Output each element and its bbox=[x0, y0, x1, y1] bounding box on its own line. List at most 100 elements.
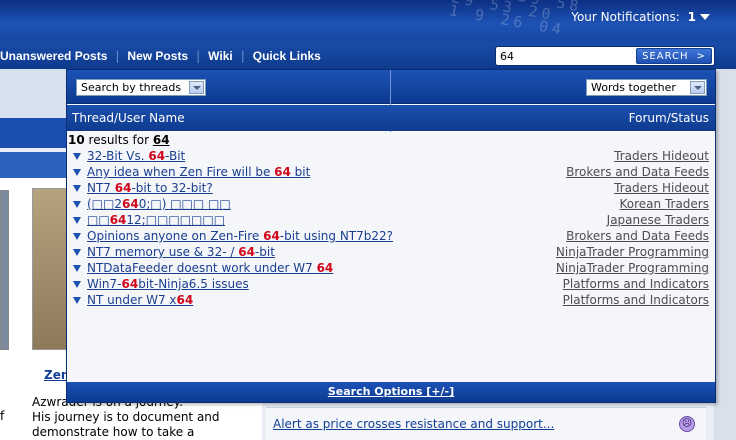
triangle-down-icon[interactable] bbox=[73, 281, 81, 288]
result-thread-link[interactable]: NT under W7 x64 bbox=[87, 293, 193, 307]
list-item: NT7 memory use & 32- / 64-bit NinjaTrade… bbox=[67, 244, 715, 260]
results-count: 10 bbox=[68, 133, 85, 147]
search-button[interactable]: SEARCH > bbox=[636, 48, 712, 64]
background-fragment: f bbox=[0, 409, 5, 423]
result-title-pre: □□ bbox=[87, 213, 110, 227]
result-title-pre: NT7 memory use & 32- / bbox=[87, 245, 239, 259]
result-title-pre: NTDataFeeder doesnt work under W7 bbox=[87, 261, 317, 275]
list-item: □□6412;□□□□□□□ Japanese Traders bbox=[67, 212, 715, 228]
results-list: 32-Bit Vs. 64-Bit Traders Hideout Any id… bbox=[67, 148, 715, 308]
triangle-down-icon[interactable] bbox=[73, 169, 81, 176]
triangle-down-icon[interactable] bbox=[73, 217, 81, 224]
nav-separator: | bbox=[115, 49, 120, 63]
result-title-post: bit-Ninja6.5 issues bbox=[138, 277, 249, 291]
notifications-count: 1 bbox=[687, 10, 696, 24]
nav-links: Unanswered Posts | New Posts | Wiki | Qu… bbox=[0, 49, 329, 63]
nav-quick-links[interactable]: Quick Links bbox=[253, 49, 329, 63]
result-forum-link[interactable]: Brokers and Data Feeds bbox=[566, 229, 709, 243]
blog-line: His journey is to document and bbox=[32, 410, 220, 424]
result-title-post: bit bbox=[290, 165, 311, 179]
result-forum-link[interactable]: Traders Hideout bbox=[614, 181, 709, 195]
result-forum-link[interactable]: Japanese Traders bbox=[607, 213, 709, 227]
list-item: Any idea when Zen Fire will be 64 bit Br… bbox=[67, 164, 715, 180]
result-title-highlight: 64 bbox=[148, 149, 166, 163]
result-forum-link[interactable]: NinjaTrader Programming bbox=[556, 261, 709, 275]
triangle-down-icon[interactable] bbox=[73, 185, 81, 192]
result-forum-link[interactable]: Traders Hideout bbox=[614, 149, 709, 163]
result-thread-link[interactable]: NTDataFeeder doesnt work under W7 64 bbox=[87, 261, 333, 275]
result-title-post: -Bit bbox=[165, 149, 186, 163]
result-thread-link[interactable]: NT7 memory use & 32- / 64-bit bbox=[87, 245, 275, 259]
list-item: NT under W7 x64 Platforms and Indicators bbox=[67, 292, 715, 308]
chevron-down-icon bbox=[189, 81, 204, 94]
column-thread-user-name: Thread/User Name bbox=[72, 111, 185, 125]
background-alert-link[interactable]: Alert as price crosses resistance and su… bbox=[273, 417, 554, 431]
arrow-right-icon: > bbox=[696, 50, 706, 62]
result-title-highlight: 64 bbox=[114, 181, 132, 195]
result-title-highlight: 64 bbox=[121, 277, 139, 291]
result-thread-link[interactable]: Win7-64bit-Ninja6.5 issues bbox=[87, 277, 249, 291]
results-header: Thread/User Name Forum/Status bbox=[67, 105, 715, 131]
result-forum-link[interactable]: Brokers and Data Feeds bbox=[566, 165, 709, 179]
result-forum-link[interactable]: Platforms and Indicators bbox=[563, 277, 709, 291]
result-forum-link[interactable]: Korean Traders bbox=[620, 197, 709, 211]
result-title-highlight: 64 bbox=[274, 165, 291, 179]
nav-wiki[interactable]: Wiki bbox=[208, 49, 241, 63]
sad-face-icon: ☹ bbox=[679, 416, 695, 432]
chevron-down-icon[interactable] bbox=[700, 14, 710, 20]
result-title-highlight: 64 bbox=[238, 245, 255, 259]
navbar: Unanswered Posts | New Posts | Wiki | Qu… bbox=[0, 42, 736, 69]
result-thread-link[interactable]: NT7 64-bit to 32-bit? bbox=[87, 181, 213, 195]
notifications-link[interactable]: Your Notifications: 1 bbox=[571, 10, 696, 24]
nav-new-posts[interactable]: New Posts bbox=[127, 49, 196, 63]
list-item: NTDataFeeder doesnt work under W7 64 Nin… bbox=[67, 260, 715, 276]
triangle-down-icon[interactable] bbox=[73, 249, 81, 256]
result-thread-link[interactable]: Opinions anyone on Zen-Fire 64-bit using… bbox=[87, 229, 393, 243]
search-button-label: SEARCH bbox=[642, 50, 689, 62]
search-by-select[interactable]: Search by threads bbox=[76, 79, 206, 96]
result-title-post: -bit bbox=[254, 245, 275, 259]
result-thread-link[interactable]: (□□2640;□) □□□ □□ bbox=[87, 197, 231, 211]
results-mid-text: results for bbox=[84, 133, 153, 147]
result-forum-link[interactable]: Platforms and Indicators bbox=[563, 293, 709, 307]
result-title-highlight: 64 bbox=[122, 197, 139, 211]
search-by-select-value: Search by threads bbox=[81, 81, 182, 94]
result-thread-link[interactable]: 32-Bit Vs. 64-Bit bbox=[87, 149, 185, 163]
result-title-pre: Any idea when Zen Fire will be bbox=[87, 165, 275, 179]
background-thumbnail bbox=[0, 190, 9, 350]
triangle-down-icon[interactable] bbox=[73, 153, 81, 160]
result-title-pre: Opinions anyone on Zen-Fire bbox=[87, 229, 264, 243]
nav-separator: | bbox=[240, 49, 245, 63]
triangle-down-icon[interactable] bbox=[73, 297, 81, 304]
result-title-highlight: 64 bbox=[176, 293, 194, 307]
words-mode-select[interactable]: Words together bbox=[586, 79, 707, 96]
search-input[interactable] bbox=[500, 48, 638, 64]
result-thread-link[interactable]: □□6412;□□□□□□□ bbox=[87, 213, 225, 227]
triangle-down-icon[interactable] bbox=[73, 201, 81, 208]
result-title-pre: (□□2 bbox=[87, 197, 122, 211]
search-results-popup: Search by threads Words together Thread/… bbox=[66, 69, 716, 403]
words-mode-select-value: Words together bbox=[591, 81, 676, 94]
result-title-highlight: 64 bbox=[316, 261, 334, 275]
search-options-bar: Search Options [+/-] bbox=[67, 382, 715, 402]
result-title-post: 0;□) □□□ □□ bbox=[138, 197, 231, 211]
column-forum-status: Forum/Status bbox=[628, 111, 709, 125]
result-title-pre: NT7 bbox=[87, 181, 115, 195]
nav-unanswered-posts[interactable]: Unanswered Posts bbox=[0, 49, 115, 63]
results-summary: 10 results for 64 bbox=[68, 133, 170, 147]
search-options-toggle[interactable]: Search Options [+/-] bbox=[328, 385, 454, 398]
triangle-down-icon[interactable] bbox=[73, 265, 81, 272]
result-forum-link[interactable]: NinjaTrader Programming bbox=[556, 245, 709, 259]
triangle-down-icon[interactable] bbox=[73, 233, 81, 240]
chevron-down-icon bbox=[690, 81, 705, 94]
result-title-pre: 32-Bit Vs. bbox=[87, 149, 149, 163]
background-right-strip bbox=[714, 70, 736, 440]
result-title-post: -bit using NT7b22? bbox=[279, 229, 394, 243]
result-thread-link[interactable]: Any idea when Zen Fire will be 64 bit bbox=[87, 165, 310, 179]
notifications-label: Your Notifications: bbox=[571, 10, 680, 24]
result-title-pre: NT under W7 x bbox=[87, 293, 177, 307]
list-item: Opinions anyone on Zen-Fire 64-bit using… bbox=[67, 228, 715, 244]
result-title-highlight: 64 bbox=[109, 213, 127, 227]
site-header: 21 10 39 58 29 53 20 1 9 26 04 Your Noti… bbox=[0, 0, 736, 42]
result-title-pre: Win7- bbox=[87, 277, 122, 291]
